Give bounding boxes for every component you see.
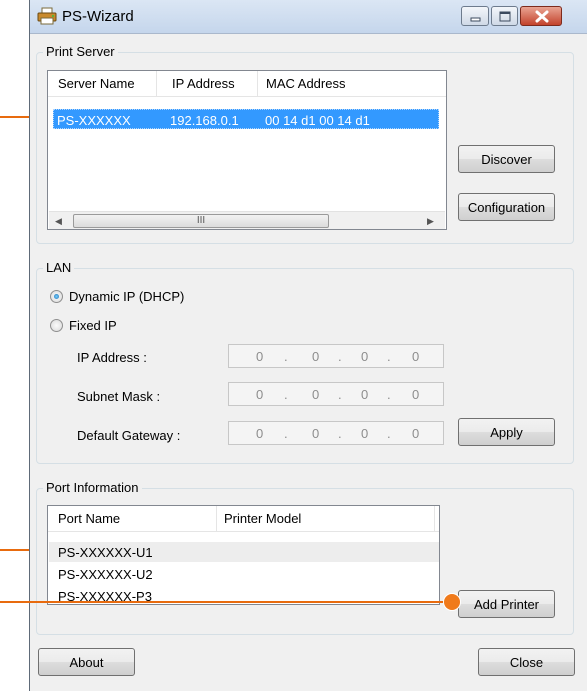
discover-button[interactable]: Discover xyxy=(458,145,555,173)
port-row[interactable]: PS-XXXXXX-U2 xyxy=(49,564,439,584)
callout-line-add-printer xyxy=(0,601,452,603)
fixed-ip-radio-circle[interactable] xyxy=(50,319,63,332)
about-button[interactable]: About xyxy=(38,648,135,676)
subnet-mask-field: 0 . 0 . 0 . 0 xyxy=(228,382,444,406)
close-button[interactable]: Close xyxy=(478,648,575,676)
print-server-group: Print Server Server Name IP Address MAC … xyxy=(36,44,574,244)
default-gateway-field: 0 . 0 . 0 . 0 xyxy=(228,421,444,445)
port-name-cell: PS-XXXXXX-U1 xyxy=(58,545,153,560)
gateway-octet-3: 0 xyxy=(361,426,369,441)
gateway-octet-1: 0 xyxy=(256,426,264,441)
server-list-header: Server Name IP Address MAC Address xyxy=(48,71,446,97)
callout-dot-add-printer xyxy=(444,594,460,610)
ip-address-label: IP Address : xyxy=(77,350,147,365)
column-port-name[interactable]: Port Name xyxy=(58,511,120,526)
ip-octet-3: 0 xyxy=(361,349,369,364)
maximize-icon xyxy=(499,11,511,22)
apply-button[interactable]: Apply xyxy=(458,418,555,446)
scrollbar-grip: III xyxy=(196,215,206,226)
lan-group: LAN Dynamic IP (DHCP) Fixed IP IP Addres… xyxy=(36,260,574,464)
port-list-header: Port Name Printer Model xyxy=(48,506,439,532)
ip-address-field: 0 . 0 . 0 . 0 xyxy=(228,344,444,368)
column-mac-address[interactable]: MAC Address xyxy=(266,76,345,91)
server-row[interactable]: PS-XXXXXX 192.168.0.1 00 14 d1 00 14 d1 xyxy=(53,109,439,129)
title-bar[interactable]: PS-Wizard xyxy=(30,0,587,34)
column-printer-model[interactable]: Printer Model xyxy=(224,511,301,526)
close-icon xyxy=(535,10,549,23)
ip-octet-1: 0 xyxy=(256,349,264,364)
server-list-hscrollbar[interactable]: ◀ III ▶ xyxy=(49,211,445,229)
configuration-button[interactable]: Configuration xyxy=(458,193,555,221)
ps-wizard-window: PS-Wizard Print Server Server Name IP Ad… xyxy=(29,0,587,691)
mask-octet-3: 0 xyxy=(361,387,369,402)
gateway-octet-4: 0 xyxy=(412,426,420,441)
port-information-group-label: Port Information xyxy=(43,480,142,495)
port-row[interactable]: PS-XXXXXX-U1 xyxy=(49,542,439,562)
ip-octet-4: 0 xyxy=(412,349,420,364)
column-ip-address[interactable]: IP Address xyxy=(172,76,235,91)
fixed-ip-radio-label[interactable]: Fixed IP xyxy=(69,318,117,333)
gateway-octet-2: 0 xyxy=(312,426,320,441)
minimize-button[interactable] xyxy=(461,6,489,26)
port-name-cell: PS-XXXXXX-U2 xyxy=(58,567,153,582)
mac-address-cell: 00 14 d1 00 14 d1 xyxy=(265,113,370,128)
close-window-button[interactable] xyxy=(520,6,562,26)
maximize-button[interactable] xyxy=(491,6,518,26)
printer-icon xyxy=(37,7,57,25)
dhcp-radio-circle[interactable] xyxy=(50,290,63,303)
mask-octet-4: 0 xyxy=(412,387,420,402)
port-information-group: Port Information Port Name Printer Model… xyxy=(36,480,574,635)
window-title: PS-Wizard xyxy=(62,8,134,25)
dhcp-radio-label[interactable]: Dynamic IP (DHCP) xyxy=(69,289,184,304)
scrollbar-thumb[interactable]: III xyxy=(73,214,329,228)
server-list[interactable]: Server Name IP Address MAC Address PS-XX… xyxy=(47,70,447,230)
add-printer-button[interactable]: Add Printer xyxy=(458,590,555,618)
column-server-name[interactable]: Server Name xyxy=(58,76,135,91)
lan-group-label: LAN xyxy=(43,260,75,275)
mask-octet-2: 0 xyxy=(312,387,320,402)
ip-octet-2: 0 xyxy=(312,349,320,364)
scroll-right-icon[interactable]: ▶ xyxy=(427,216,434,227)
subnet-mask-label: Subnet Mask : xyxy=(77,389,161,404)
minimize-icon xyxy=(470,17,481,22)
default-gateway-label: Default Gateway : xyxy=(77,428,181,443)
ip-address-cell: 192.168.0.1 xyxy=(170,113,239,128)
print-server-group-label: Print Server xyxy=(43,44,118,59)
port-list[interactable]: Port Name Printer Model PS-XXXXXX-U1 PS-… xyxy=(47,505,440,605)
scroll-left-icon[interactable]: ◀ xyxy=(55,216,62,227)
server-name-cell: PS-XXXXXX xyxy=(57,113,131,128)
mask-octet-1: 0 xyxy=(256,387,264,402)
